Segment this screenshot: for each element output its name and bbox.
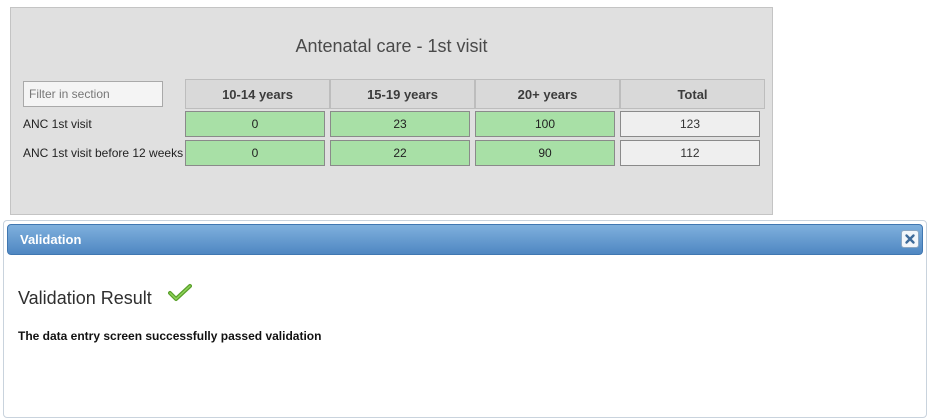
section-title: Antenatal care - 1st visit — [295, 36, 488, 56]
close-button[interactable] — [901, 230, 919, 248]
check-icon — [168, 284, 192, 301]
total-field: 123 — [620, 110, 760, 137]
validation-dialog: Validation Validation Result The data en… — [3, 220, 927, 418]
value-input-10-14[interactable]: 0 — [185, 110, 325, 137]
validation-result-title: Validation Result — [18, 288, 152, 308]
filter-header-cell — [23, 79, 185, 109]
column-header: 10-14 years — [185, 79, 330, 109]
value-input-20-plus[interactable]: 90 — [475, 139, 615, 166]
value-input-20-plus[interactable]: 100 — [475, 110, 615, 137]
data-entry-table: 10-14 years 15-19 years 20+ years Total … — [23, 79, 765, 167]
dialog-titlebar[interactable]: Validation — [7, 224, 923, 255]
value-input-15-19[interactable]: 22 — [330, 139, 470, 166]
section-panel: Antenatal care - 1st visit 10-14 years 1… — [10, 7, 773, 215]
dialog-title: Validation — [20, 232, 82, 247]
row-label: ANC 1st visit before 12 weeks — [23, 145, 184, 160]
column-header: 15-19 years — [330, 79, 475, 109]
filter-in-section-input[interactable] — [23, 81, 163, 107]
column-header: 20+ years — [475, 79, 620, 109]
table-row: ANC 1st visit 0 23 100 123 — [23, 109, 765, 138]
value-input-10-14[interactable]: 0 — [185, 139, 325, 166]
row-label: ANC 1st visit — [23, 116, 92, 131]
total-field: 112 — [620, 139, 760, 166]
validation-message: The data entry screen successfully passe… — [18, 329, 322, 343]
column-header: Total — [620, 79, 765, 109]
table-row: ANC 1st visit before 12 weeks 0 22 90 11… — [23, 138, 765, 167]
value-input-15-19[interactable]: 23 — [330, 110, 470, 137]
close-icon — [905, 234, 915, 244]
